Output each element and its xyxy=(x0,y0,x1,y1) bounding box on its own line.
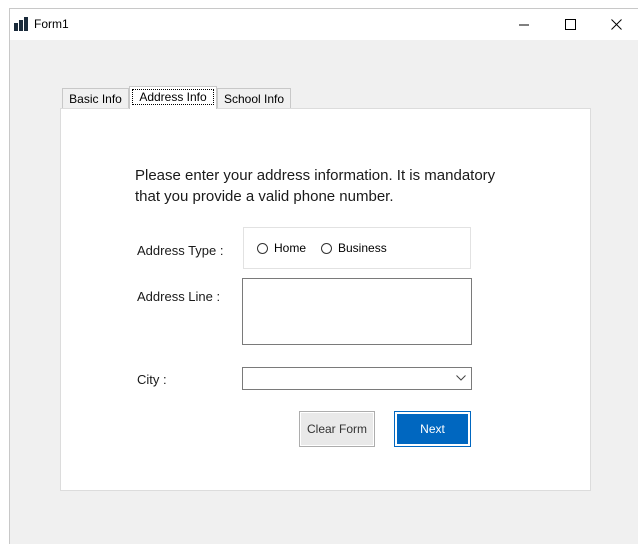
radio-business-label: Business xyxy=(338,241,387,255)
city-label: City : xyxy=(137,372,167,387)
maximize-button[interactable] xyxy=(547,9,593,40)
radio-circle-icon xyxy=(257,242,268,254)
chevron-down-icon xyxy=(456,375,466,381)
instructions-line-1: Please enter your address information. I… xyxy=(135,167,496,184)
maximize-icon xyxy=(564,19,576,30)
radio-business[interactable]: Business xyxy=(321,241,387,255)
close-icon xyxy=(610,19,622,30)
tab-basic-info[interactable]: Basic Info xyxy=(62,88,129,108)
clear-form-button[interactable]: Clear Form xyxy=(299,411,375,447)
city-combobox[interactable] xyxy=(242,367,472,390)
address-line-label: Address Line : xyxy=(137,289,221,304)
tab-address-info[interactable]: Address Info xyxy=(129,86,217,109)
form1-window: Form1 Basic Info Address Info School Inf… xyxy=(9,8,638,544)
address-line-textarea[interactable] xyxy=(242,278,472,345)
radio-circle-icon xyxy=(321,242,332,254)
address-info-panel: Please enter your address information. I… xyxy=(60,108,591,491)
address-type-radio-group: Home Business xyxy=(243,227,471,269)
address-type-label: Address Type : xyxy=(137,243,224,258)
tab-label: School Info xyxy=(223,92,285,106)
minimize-icon xyxy=(518,24,529,26)
tab-label: Address Info xyxy=(139,90,207,104)
next-button[interactable]: Next xyxy=(394,411,471,447)
instructions-line-2: that you provide a valid phone number. xyxy=(135,188,394,205)
radio-home-label: Home xyxy=(274,241,307,255)
form-app-icon xyxy=(14,17,28,31)
title-bar[interactable]: Form1 xyxy=(10,9,638,40)
minimize-button[interactable] xyxy=(501,9,547,40)
window-title: Form1 xyxy=(34,17,69,31)
close-button[interactable] xyxy=(593,9,638,40)
tab-school-info[interactable]: School Info xyxy=(217,88,291,108)
tab-label: Basic Info xyxy=(69,92,122,106)
instructions-text: Please enter your address information. I… xyxy=(135,165,555,207)
radio-home[interactable]: Home xyxy=(257,241,306,255)
